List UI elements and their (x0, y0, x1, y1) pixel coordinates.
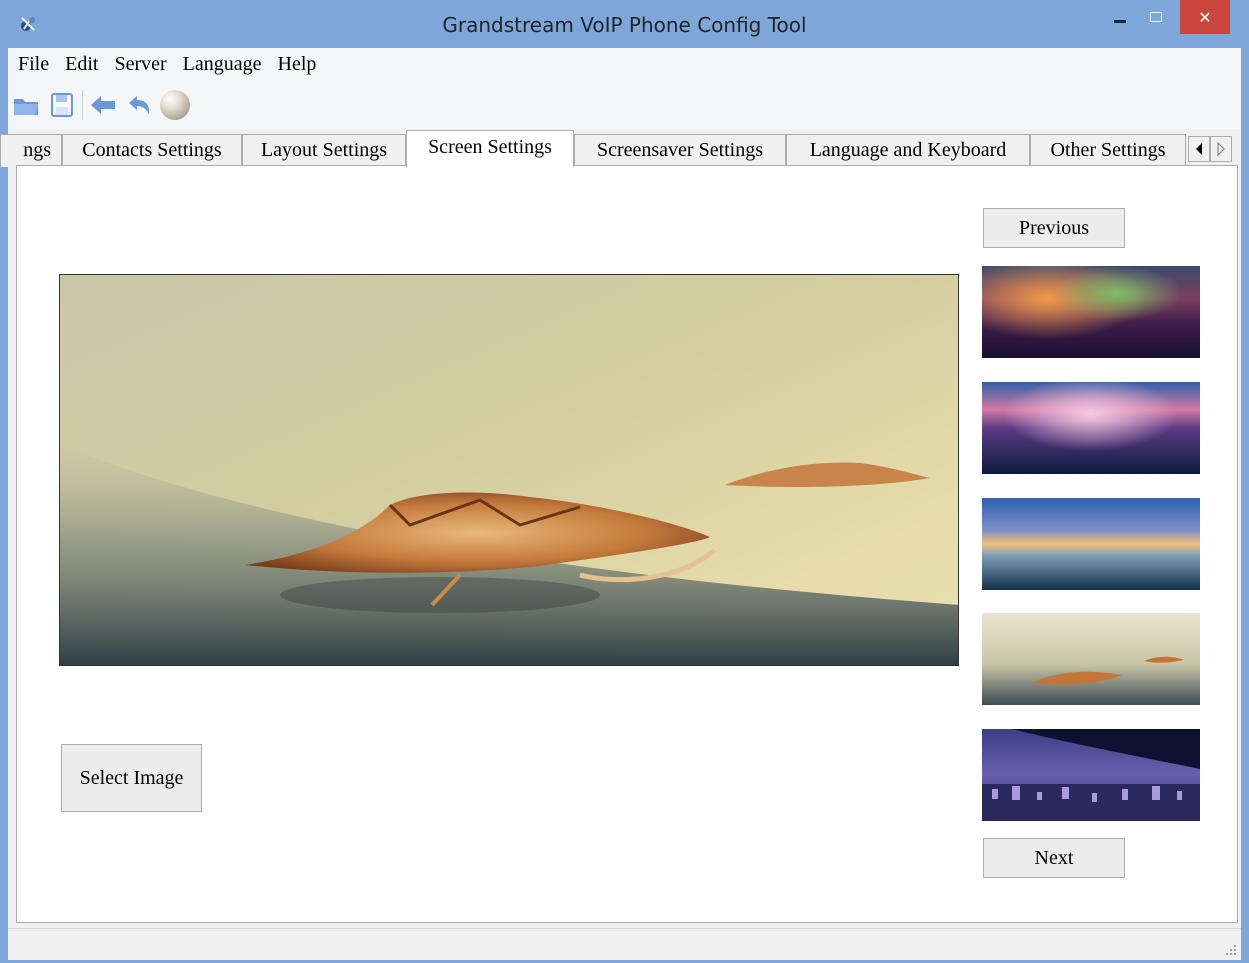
tab-scroll-right-button[interactable] (1210, 136, 1232, 162)
maximize-icon (1150, 12, 1162, 22)
back-arrow-icon (91, 96, 115, 114)
wallpaper-thumbnail-4[interactable] (982, 613, 1200, 705)
maximize-button[interactable] (1140, 0, 1172, 34)
menu-help[interactable]: Help (270, 48, 325, 81)
tab-scroll-arrows (1188, 136, 1232, 162)
menu-bar: File Edit Server Language Help (8, 48, 1241, 81)
thumbnail-image-sunset-horizon (982, 498, 1200, 590)
sphere-icon (160, 90, 190, 120)
minimize-icon (1114, 19, 1126, 23)
previous-button[interactable]: Previous (983, 208, 1125, 248)
menu-server[interactable]: Server (106, 48, 174, 81)
thumbnail-image-city-night (982, 729, 1200, 821)
wallpaper-thumbnail-5[interactable] (982, 729, 1200, 821)
toolbar (8, 81, 1241, 129)
screen-settings-panel: Previous Select Image Next (16, 165, 1238, 923)
left-arrow-icon (1196, 143, 1202, 155)
wallpaper-thumbnail-3[interactable] (982, 498, 1200, 590)
tab-screensaver-settings[interactable]: Screensaver Settings (574, 134, 786, 167)
undo-button[interactable] (121, 88, 157, 122)
undo-icon (129, 96, 150, 114)
tab-other-settings[interactable]: Other Settings (1030, 134, 1186, 167)
tab-layout-settings[interactable]: Layout Settings (242, 134, 406, 167)
window-title: Grandstream VoIP Phone Config Tool (442, 13, 807, 37)
select-image-button[interactable]: Select Image (61, 744, 202, 812)
open-folder-icon (14, 99, 38, 115)
tab-contacts-settings[interactable]: Contacts Settings (62, 134, 242, 167)
back-button[interactable] (85, 88, 121, 122)
save-icon (51, 93, 73, 117)
wallpaper-preview (59, 274, 959, 666)
thumbnail-image-autumn-leaf (982, 613, 1200, 705)
sphere-button[interactable] (157, 88, 193, 122)
toolbar-separator (82, 90, 83, 120)
tab-screen-settings[interactable]: Screen Settings (406, 130, 574, 167)
close-icon: ✕ (1198, 7, 1212, 27)
title-bar[interactable]: Grandstream VoIP Phone Config Tool ✕ (0, 0, 1249, 48)
wallpaper-thumbnail-1[interactable] (982, 266, 1200, 358)
client-area: File Edit Server Language Help ngs Conta… (0, 48, 1241, 960)
open-button[interactable] (8, 88, 44, 122)
tab-partial-settings[interactable]: ngs (0, 134, 62, 167)
menu-edit[interactable]: Edit (57, 48, 106, 81)
thumbnail-image-purple-orange (982, 266, 1200, 358)
right-arrow-icon (1217, 142, 1225, 156)
app-window: Grandstream VoIP Phone Config Tool ✕ Fil… (0, 0, 1249, 963)
wallpaper-preview-image (60, 275, 958, 665)
thumbnail-image-pink-blue (982, 382, 1200, 474)
next-button[interactable]: Next (983, 838, 1125, 878)
wallpaper-thumbnail-2[interactable] (982, 382, 1200, 474)
tab-scroll-left-button[interactable] (1188, 136, 1210, 162)
close-button[interactable]: ✕ (1180, 0, 1230, 34)
tab-language-and-keyboard[interactable]: Language and Keyboard (786, 134, 1030, 167)
resize-grip-icon[interactable] (1225, 944, 1237, 956)
minimize-button[interactable] (1104, 0, 1136, 34)
save-button[interactable] (44, 88, 80, 122)
tab-strip: ngs Contacts Settings Layout Settings Sc… (0, 130, 1241, 167)
menu-language[interactable]: Language (175, 48, 270, 81)
menu-file[interactable]: File (8, 48, 57, 81)
status-bar (8, 928, 1241, 960)
